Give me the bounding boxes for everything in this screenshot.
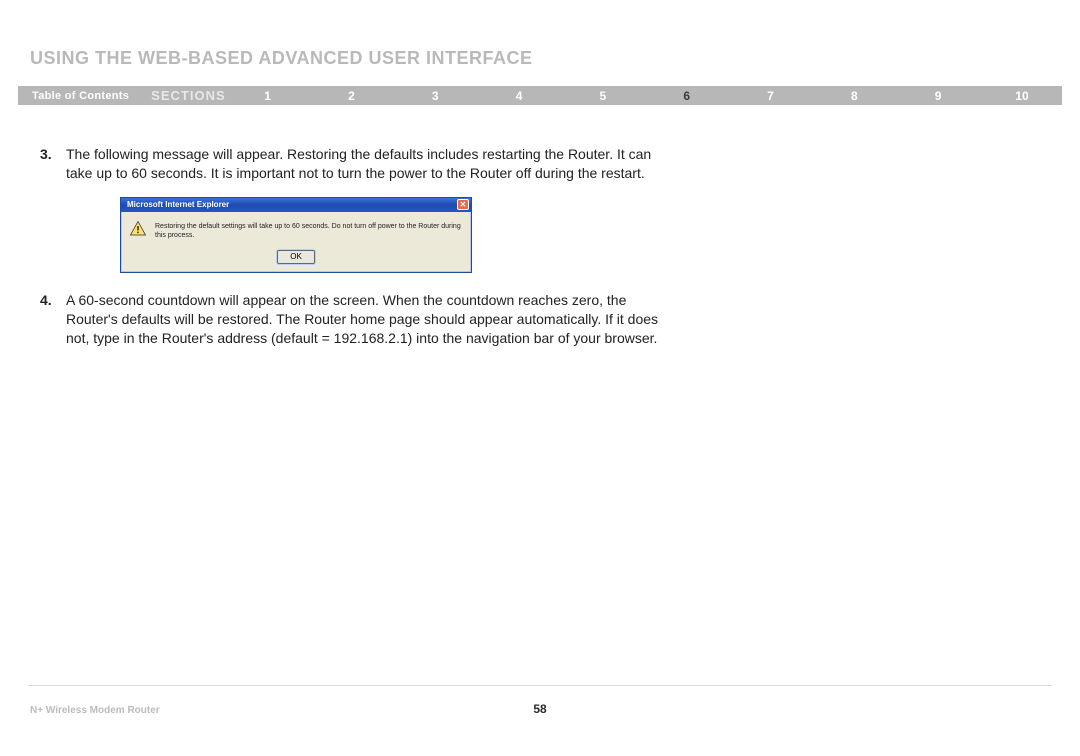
dialog-titlebar: Microsoft Internet Explorer ✕	[121, 198, 471, 212]
section-nav-bar: Table of Contents SECTIONS 1 2 3 4 5 6 7…	[18, 86, 1062, 105]
page-title: USING THE WEB-BASED ADVANCED USER INTERF…	[30, 48, 533, 69]
footer-rule	[28, 685, 1052, 686]
content-column: 3. The following message will appear. Re…	[40, 145, 660, 358]
dialog-message: Restoring the default settings will take…	[155, 220, 463, 240]
section-link-1[interactable]: 1	[258, 89, 278, 103]
section-link-4[interactable]: 4	[509, 89, 529, 103]
section-numbers: 1 2 3 4 5 6 7 8 9 10	[258, 89, 1062, 103]
step-number: 4.	[40, 291, 66, 348]
footer-page-number: 58	[0, 702, 1080, 716]
sections-label: SECTIONS	[151, 88, 257, 103]
section-link-9[interactable]: 9	[928, 89, 948, 103]
ok-button[interactable]: OK	[277, 250, 315, 264]
close-icon[interactable]: ✕	[457, 199, 469, 210]
section-link-3[interactable]: 3	[425, 89, 445, 103]
dialog-screenshot: Microsoft Internet Explorer ✕ Restoring …	[120, 197, 660, 273]
step-number: 3.	[40, 145, 66, 183]
section-link-10[interactable]: 10	[1012, 89, 1032, 103]
step-text: The following message will appear. Resto…	[66, 145, 660, 183]
toc-link[interactable]: Table of Contents	[18, 90, 151, 102]
dialog-buttons: OK	[121, 246, 471, 272]
section-link-6[interactable]: 6	[677, 89, 697, 103]
section-link-5[interactable]: 5	[593, 89, 613, 103]
step-text: A 60-second countdown will appear on the…	[66, 291, 660, 348]
section-link-2[interactable]: 2	[341, 89, 361, 103]
ie-dialog: Microsoft Internet Explorer ✕ Restoring …	[120, 197, 472, 273]
section-link-7[interactable]: 7	[761, 89, 781, 103]
section-link-8[interactable]: 8	[844, 89, 864, 103]
dialog-title-text: Microsoft Internet Explorer	[127, 200, 229, 209]
step-4: 4. A 60-second countdown will appear on …	[40, 291, 660, 348]
step-3: 3. The following message will appear. Re…	[40, 145, 660, 183]
dialog-body: Restoring the default settings will take…	[121, 212, 471, 246]
warning-icon	[129, 220, 147, 238]
